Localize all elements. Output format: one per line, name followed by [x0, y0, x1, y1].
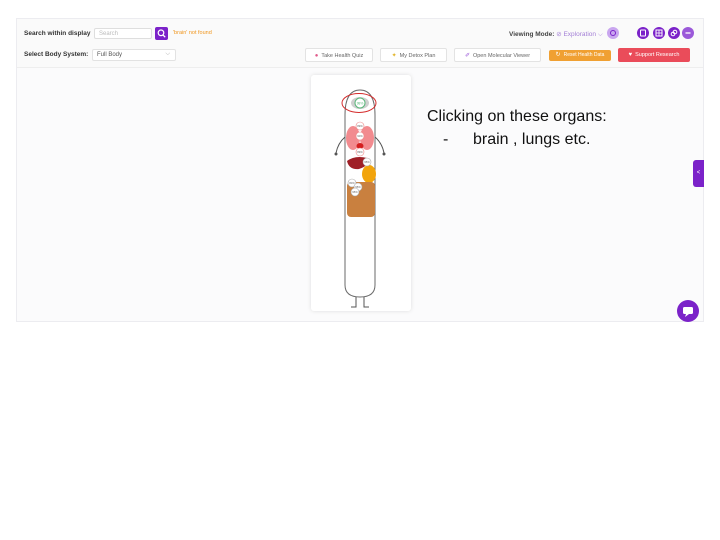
- info-icon: [610, 30, 616, 36]
- organ-badge[interactable]: 98%: [354, 97, 366, 109]
- organ-badge[interactable]: 89%: [355, 147, 365, 157]
- detox-plan-label: My Detox Plan: [399, 53, 436, 59]
- bullet-dash: -: [443, 131, 449, 148]
- organ-badge[interactable]: 95%: [350, 187, 360, 197]
- toolbar: Search within display Search 'brain' not…: [17, 19, 703, 68]
- viewing-mode: Viewing Mode: ⊘ Exploration ⌵: [509, 30, 603, 39]
- mode-toggle-button[interactable]: [607, 27, 619, 39]
- stomach-organ[interactable]: [362, 165, 376, 183]
- quiz-icon: ●: [314, 53, 319, 59]
- chat-button[interactable]: [677, 300, 699, 322]
- take-health-quiz-label: Take Health Quiz: [321, 53, 364, 59]
- grid-icon: [655, 29, 663, 37]
- quiz-circle-button[interactable]: [637, 27, 649, 39]
- search-icon: [157, 29, 166, 38]
- support-research-label: Support Research: [635, 52, 680, 58]
- annotation-title: Clicking on these organs:: [427, 108, 607, 125]
- body-system-value: Full Body: [97, 52, 123, 58]
- search-button[interactable]: [155, 27, 168, 40]
- organ-badge[interactable]: 89%: [355, 121, 365, 131]
- body-system-label: Select Body System:: [24, 51, 89, 58]
- reset-icon: ↻: [555, 52, 561, 58]
- left-arm: [335, 136, 346, 154]
- leaf-icon: ✦: [391, 53, 397, 59]
- take-health-quiz-button[interactable]: ● Take Health Quiz: [305, 48, 373, 62]
- annotation-item-text: brain , lungs etc.: [473, 131, 591, 148]
- molecular-viewer-label: Open Molecular Viewer: [472, 53, 531, 59]
- organ-badge[interactable]: 95%: [362, 157, 372, 167]
- link-button[interactable]: [668, 27, 680, 39]
- more-icon: [685, 32, 691, 34]
- right-arm: [374, 136, 385, 154]
- more-button[interactable]: [682, 27, 694, 39]
- right-leg: [363, 297, 369, 308]
- left-leg: [351, 297, 357, 308]
- organ-badge-label: 95%: [352, 190, 358, 194]
- side-panel-toggle[interactable]: <: [693, 160, 704, 187]
- heart-icon: ♥: [628, 52, 633, 58]
- annotation-item: - brain , lungs etc.: [443, 131, 590, 149]
- organ-badge[interactable]: 90%: [355, 131, 365, 141]
- right-hand: [382, 152, 386, 156]
- app-window: Search within display Search 'brain' not…: [16, 18, 704, 322]
- support-research-button[interactable]: ♥ Support Research: [618, 48, 690, 62]
- organ-badge-label: 98%: [357, 102, 364, 106]
- chat-icon: [683, 307, 693, 317]
- reset-health-data-button[interactable]: ↻ Reset Health Data: [549, 50, 611, 61]
- search-input[interactable]: Search: [94, 28, 152, 39]
- organ-badge-label: 89%: [357, 124, 363, 128]
- organ-badge-label: 89%: [357, 150, 363, 154]
- body-map-panel: 98% 89% 90% 89% 95% 80% 95% 95%: [311, 75, 411, 311]
- reset-health-data-label: Reset Health Data: [563, 52, 605, 58]
- search-label: Search within display: [24, 30, 91, 37]
- chevron-down-icon: ⌵: [597, 31, 603, 38]
- chevron-left-icon: <: [696, 170, 701, 176]
- chevron-down-icon: ⌵: [165, 51, 170, 57]
- organ-badge-label: 90%: [357, 134, 363, 138]
- detox-plan-button[interactable]: ✦ My Detox Plan: [380, 48, 447, 62]
- organ-badge-label: 95%: [364, 160, 370, 164]
- body-map: 98% 89% 90% 89% 95% 80% 95% 95%: [334, 89, 386, 308]
- viewing-mode-value: Exploration: [563, 31, 596, 38]
- search-status: 'brain' not found: [173, 30, 212, 36]
- compass-icon: ⊘: [556, 31, 562, 38]
- body-system-select[interactable]: Full Body ⌵: [92, 49, 176, 61]
- left-hand: [334, 152, 338, 156]
- layers-button[interactable]: [653, 27, 665, 39]
- molecular-viewer-button[interactable]: ✐ Open Molecular Viewer: [454, 48, 541, 62]
- viewing-mode-label: Viewing Mode:: [509, 31, 555, 38]
- viewing-mode-select[interactable]: ⊘ Exploration ⌵: [556, 31, 603, 38]
- link-icon: [670, 29, 678, 37]
- molecule-icon: ✐: [464, 53, 470, 59]
- book-icon: [640, 29, 646, 37]
